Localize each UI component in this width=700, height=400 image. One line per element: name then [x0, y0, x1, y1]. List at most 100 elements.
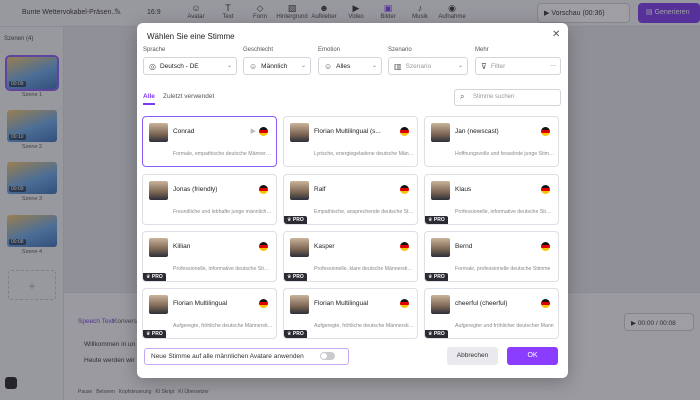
search-icon: ⌕ — [460, 92, 465, 101]
pro-badge: ♛ PRO — [425, 216, 448, 224]
active-tab-indicator — [143, 103, 155, 105]
voice-description: Hoffnungsvolle und fesselnde junge Stimm… — [455, 151, 555, 157]
emotion-label: Emotion — [318, 47, 341, 53]
voice-avatar — [431, 295, 450, 314]
language-label: Sprache — [143, 47, 166, 53]
chevron-down-icon: ⌄ — [371, 63, 377, 69]
close-icon[interactable]: ✕ — [552, 29, 560, 40]
pro-badge: ♛ PRO — [284, 273, 307, 281]
voice-name: Florian Multilingual (s... — [314, 128, 381, 135]
voice-search-input[interactable]: ⌕ Stimme suchen — [454, 89, 561, 106]
voice-card[interactable]: Kasper Professionelle, klare deutsche Mä… — [283, 231, 418, 282]
voice-picker-dialog: Wählen Sie eine Stimme ✕ Sprache ◎ Deuts… — [137, 23, 568, 378]
voice-avatar — [431, 238, 450, 257]
dialog-title: Wählen Sie eine Stimme — [147, 32, 235, 41]
german-flag-icon — [541, 299, 550, 308]
german-flag-icon — [400, 127, 409, 136]
smile-icon: ☺ — [324, 61, 333, 71]
scenario-select[interactable]: ▥ Szenario ⌄ — [388, 57, 468, 75]
gender-select[interactable]: ☺ Männlich ⌄ — [243, 57, 311, 75]
chevron-down-icon: ⌄ — [457, 63, 463, 69]
voice-name: Klaus — [455, 186, 472, 193]
voice-description: Lyrische, energiegeladene deutsche Männe… — [314, 151, 414, 157]
voice-name: Ralf — [314, 186, 326, 193]
voice-description: Professionelle, klare deutsche Männersti… — [314, 266, 414, 272]
german-flag-icon — [259, 242, 268, 251]
emotion-select[interactable]: ☺ Alles ⌄ — [318, 57, 382, 75]
voice-grid: Conrad ▶ Formale, empathische deutsche M… — [142, 116, 561, 341]
voice-description: Professionelle, informative deutsche Sti… — [173, 266, 273, 272]
pro-badge: ♛ PRO — [425, 330, 448, 338]
tab-recent[interactable]: Zuletzt verwendet — [163, 93, 214, 100]
voice-description: Aufgeregter und fröhlicher deutscher Man… — [455, 323, 554, 329]
voice-card[interactable]: Klaus Professionelle, informative deutsc… — [424, 174, 559, 225]
voice-name: Bernd — [455, 243, 473, 250]
german-flag-icon — [400, 242, 409, 251]
german-flag-icon — [259, 299, 268, 308]
globe-icon: ◎ — [149, 61, 156, 71]
chevron-down-icon: ⌄ — [300, 63, 306, 69]
voice-card[interactable]: Jonas (friendly) Freundliche und lebhaft… — [142, 174, 277, 225]
voice-description: Freundliche und lebhafte junge männliche… — [173, 209, 273, 215]
scenario-label: Szenario — [388, 47, 412, 53]
voice-description: Aufgeregte, fröhliche deutsche Männersti… — [314, 323, 414, 329]
apply-to-all-toggle[interactable] — [320, 352, 335, 360]
more-icon: … — [550, 62, 556, 68]
german-flag-icon — [541, 242, 550, 251]
voice-avatar — [290, 238, 309, 257]
voice-description: Formale, professionelle deutsche Stimme — [455, 266, 551, 272]
german-flag-icon — [259, 127, 268, 136]
voice-card[interactable]: Florian Multilingual Aufgeregte, fröhlic… — [142, 288, 277, 339]
play-sample-icon[interactable]: ▶ — [251, 127, 256, 135]
german-flag-icon — [541, 185, 550, 194]
voice-name: Kasper — [314, 243, 335, 250]
voice-description: Empathische, ansprechende deutsche Stimm… — [314, 209, 414, 215]
language-select[interactable]: ◎ Deutsch - DE ⌄ — [143, 57, 237, 75]
voice-description: Formale, empathische deutsche Männerstim… — [173, 151, 273, 157]
voice-avatar — [149, 295, 168, 314]
german-flag-icon — [400, 185, 409, 194]
voice-card[interactable]: Florian Multilingual Aufgeregte, fröhlic… — [283, 288, 418, 339]
german-flag-icon — [541, 127, 550, 136]
voice-avatar — [149, 238, 168, 257]
pro-badge: ♛ PRO — [143, 273, 166, 281]
pro-badge: ♛ PRO — [284, 216, 307, 224]
voice-card[interactable]: Ralf Empathische, ansprechende deutsche … — [283, 174, 418, 225]
voice-name: cheerful (cheerful) — [455, 300, 508, 307]
voice-name: Jan (newscast) — [455, 128, 499, 135]
german-flag-icon — [400, 299, 409, 308]
pro-badge: ♛ PRO — [284, 330, 307, 338]
voice-name: Jonas (friendly) — [173, 186, 218, 193]
tab-all[interactable]: Alle — [143, 93, 155, 100]
voice-card[interactable]: cheerful (cheerful) Aufgeregter und fröh… — [424, 288, 559, 339]
voice-card[interactable]: Conrad ▶ Formale, empathische deutsche M… — [142, 116, 277, 167]
voice-card[interactable]: Bernd Formale, professionelle deutsche S… — [424, 231, 559, 282]
german-flag-icon — [259, 185, 268, 194]
cancel-button[interactable]: Abbrechen — [447, 347, 498, 365]
voice-description: Professionelle, informative deutsche Sti… — [455, 209, 555, 215]
voice-card[interactable]: Killian Professionelle, informative deut… — [142, 231, 277, 282]
voice-card[interactable]: Jan (newscast) Hoffnungsvolle und fessel… — [424, 116, 559, 167]
voice-card[interactable]: Florian Multilingual (s... Lyrische, ene… — [283, 116, 418, 167]
gender-label: Geschlecht — [243, 47, 274, 53]
voice-avatar — [149, 181, 168, 200]
voice-avatar — [149, 123, 168, 142]
more-label: Mehr — [475, 47, 489, 53]
chevron-down-icon: ⌄ — [226, 63, 232, 69]
voice-name: Conrad — [173, 128, 195, 135]
more-filter[interactable]: ⊽ Filter … — [475, 57, 561, 75]
voice-name: Florian Multilingual — [173, 300, 228, 307]
filter-icon: ⊽ — [481, 61, 487, 71]
voice-name: Killian — [173, 243, 191, 250]
person-icon: ☺ — [249, 61, 258, 71]
pro-badge: ♛ PRO — [143, 330, 166, 338]
voice-avatar — [290, 181, 309, 200]
voice-avatar — [290, 295, 309, 314]
voice-avatar — [290, 123, 309, 142]
map-icon: ▥ — [394, 61, 402, 71]
voice-avatar — [431, 181, 450, 200]
voice-name: Florian Multilingual — [314, 300, 369, 307]
pro-badge: ♛ PRO — [425, 273, 448, 281]
ok-button[interactable]: OK — [507, 347, 558, 365]
voice-avatar — [431, 123, 450, 142]
